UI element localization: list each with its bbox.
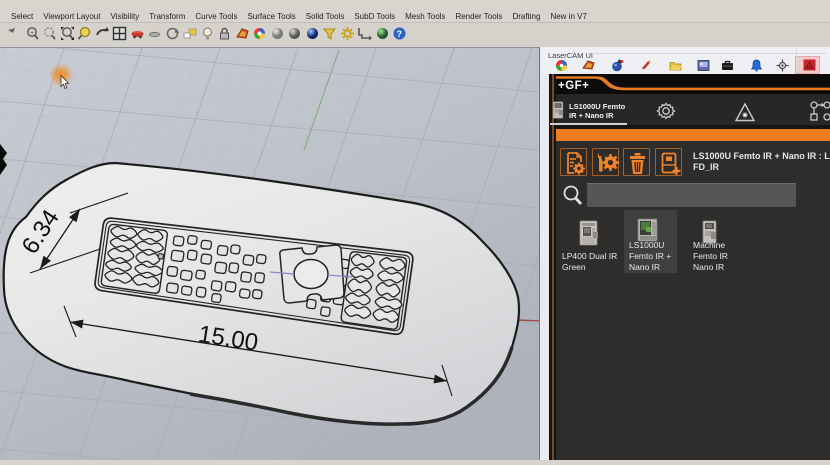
svg-text:?: ?	[397, 29, 403, 39]
svg-text:+: +	[30, 30, 34, 37]
